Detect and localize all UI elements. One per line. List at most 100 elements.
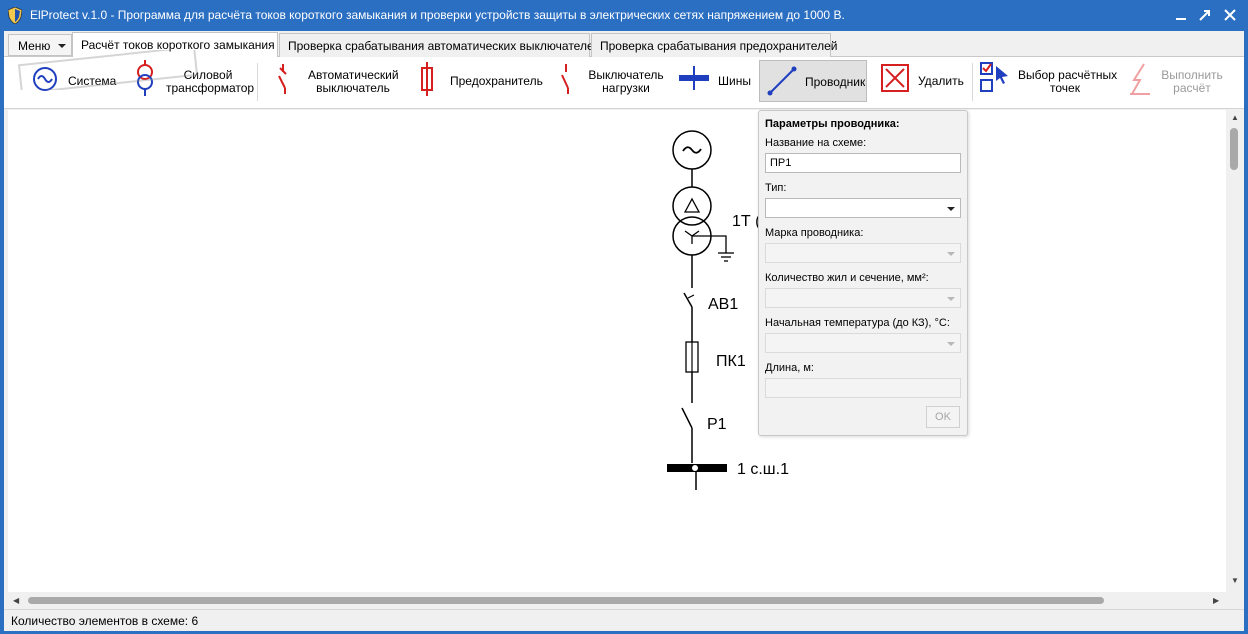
temperature-label: Начальная температура (до КЗ), °С: [765, 317, 950, 329]
fuse-symbol[interactable] [685, 341, 699, 403]
toolbar-separator [972, 63, 973, 101]
system-button[interactable]: Система [28, 60, 116, 102]
tab-short-circuit[interactable]: Расчёт токов короткого замыкания [72, 32, 278, 58]
load-switch-label: Выключатель нагрузки [588, 69, 664, 95]
tab-bar: Меню Расчёт токов короткого замыкания Пр… [4, 31, 1244, 58]
select-points-label: Выбор расчётных точек [1018, 69, 1117, 95]
panel-title: Параметры проводника: [765, 118, 900, 130]
conductor-brand-select[interactable] [765, 243, 961, 263]
lightning-icon [1130, 63, 1150, 95]
breaker-label-line1: Автоматический [308, 68, 399, 82]
scroll-right-icon[interactable]: ▶ [1213, 596, 1219, 606]
load-switch-symbol[interactable] [681, 407, 693, 463]
conductor-label: Проводник [805, 75, 866, 89]
chevron-down-icon [947, 207, 955, 211]
system-source-symbol[interactable] [672, 130, 712, 170]
tab-label: Проверка срабатывания предохранителей [600, 39, 838, 53]
busbar-symbol[interactable] [667, 464, 727, 490]
menu-button[interactable]: Меню [8, 34, 72, 56]
toolbar-separator [257, 63, 258, 101]
select-points-label-line1: Выбор расчётных [1018, 68, 1118, 82]
cores-section-label: Количество жил и сечение, мм²: [765, 272, 929, 284]
transformer-button[interactable]: Силовой трансформатор [130, 60, 254, 102]
delete-icon [881, 64, 909, 92]
scheme-canvas[interactable]: 1Т ( АВ1 ПК1 Р1 1 с.ш.1 [8, 110, 1226, 592]
window-title: ElProtect v.1.0 - Программа для расчёта … [30, 8, 845, 22]
ac-source-icon [33, 67, 57, 91]
load-switch-scheme-label: Р1 [707, 416, 727, 433]
load-switch-button[interactable]: Выключатель нагрузки [552, 60, 664, 102]
busbar-scheme-label: 1 с.ш.1 [737, 461, 789, 478]
breaker-label: Автоматический выключатель [308, 68, 399, 95]
scroll-left-icon[interactable]: ◀ [13, 596, 19, 606]
fuse-scheme-label: ПК1 [716, 353, 746, 370]
conductor-button[interactable]: Проводник [759, 60, 867, 102]
horizontal-scrollbar[interactable]: ◀ ▶ [8, 592, 1226, 609]
status-bar: Количество элементов в схеме: 6 [4, 609, 1244, 631]
single-line-diagram: 1Т ( АВ1 ПК1 Р1 1 с.ш.1 [667, 130, 789, 490]
load-switch-label-line1: Выключатель [588, 68, 664, 82]
title-bar: ElProtect v.1.0 - Программа для расчёта … [0, 0, 1248, 31]
load-switch-icon [561, 64, 569, 94]
name-label: Название на схеме: [765, 137, 867, 149]
app-shield-icon [8, 7, 22, 24]
run-calculation-label-line1: Выполнить [1161, 68, 1223, 82]
transformer-label: Силовой трансформатор [166, 69, 254, 95]
horizontal-scroll-thumb[interactable] [28, 597, 1104, 604]
tab-breakers-check[interactable]: Проверка срабатывания автоматических вык… [279, 33, 600, 57]
temperature-select[interactable] [765, 333, 961, 353]
delete-label: Удалить [918, 74, 964, 88]
chevron-down-icon [947, 342, 955, 346]
chevron-down-icon [58, 44, 66, 48]
close-button[interactable] [1221, 6, 1239, 24]
delete-button[interactable]: Удалить [878, 60, 964, 102]
fuse-icon [421, 62, 433, 96]
busbar-button[interactable]: Шины [674, 60, 752, 102]
cores-section-select[interactable] [765, 288, 961, 308]
chevron-down-icon [947, 297, 955, 301]
conductor-line-icon [767, 66, 797, 96]
select-points-icon [980, 62, 1008, 92]
vertical-scrollbar[interactable]: ▲ ▼ [1226, 110, 1244, 592]
maximize-button[interactable] [1196, 6, 1214, 24]
select-points-button[interactable]: Выбор расчётных точек [976, 60, 1117, 102]
type-label: Тип: [765, 182, 787, 194]
tab-label: Расчёт токов короткого замыкания [81, 38, 275, 52]
scroll-down-icon[interactable]: ▼ [1231, 576, 1239, 586]
tab-label: Проверка срабатывания автоматических вык… [288, 39, 601, 53]
length-input[interactable] [765, 378, 961, 398]
busbar-label: Шины [718, 74, 751, 88]
busbar-icon [679, 66, 709, 90]
circuit-breaker-icon [278, 64, 287, 94]
run-calculation-button[interactable]: Выполнить расчёт [1122, 60, 1232, 102]
maximize-arrow-icon [1199, 10, 1210, 21]
load-switch-label-line2: нагрузки [602, 81, 650, 95]
breaker-button[interactable]: Автоматический выключатель [268, 60, 399, 102]
close-icon [1224, 9, 1236, 21]
conductor-type-select[interactable] [765, 198, 961, 218]
brand-label: Марка проводника: [765, 227, 864, 239]
minimize-icon [1176, 18, 1186, 20]
ok-button[interactable]: OK [926, 406, 960, 428]
fuse-button[interactable]: Предохранитель [414, 60, 543, 102]
run-calculation-label-line2: расчёт [1173, 81, 1211, 95]
transformer-label-line2: трансформатор [166, 81, 255, 95]
vertical-scroll-thumb[interactable] [1230, 128, 1238, 170]
chevron-down-icon [947, 252, 955, 256]
transformer-icon [137, 60, 153, 96]
minimize-button[interactable] [1172, 6, 1190, 24]
select-points-label-line2: точек [1050, 81, 1080, 95]
conductor-name-input[interactable] [765, 153, 961, 173]
main-window: Меню Расчёт токов короткого замыкания Пр… [4, 31, 1244, 631]
tab-fuses-check[interactable]: Проверка срабатывания предохранителей [591, 33, 837, 57]
transformer-symbol[interactable] [672, 186, 734, 262]
transformer-scheme-label: 1Т ( [732, 213, 761, 230]
scroll-up-icon[interactable]: ▲ [1231, 113, 1239, 123]
menu-label: Меню [18, 39, 51, 53]
breaker-symbol[interactable] [683, 292, 695, 342]
breaker-scheme-label: АВ1 [708, 296, 738, 313]
breaker-label-line2: выключатель [316, 81, 390, 95]
length-label: Длина, м: [765, 362, 814, 374]
toolbar: Система Силовой трансформатор Автоматиче… [4, 57, 1244, 109]
conductor-parameters-panel: Параметры проводника: Название на схеме:… [758, 110, 968, 436]
